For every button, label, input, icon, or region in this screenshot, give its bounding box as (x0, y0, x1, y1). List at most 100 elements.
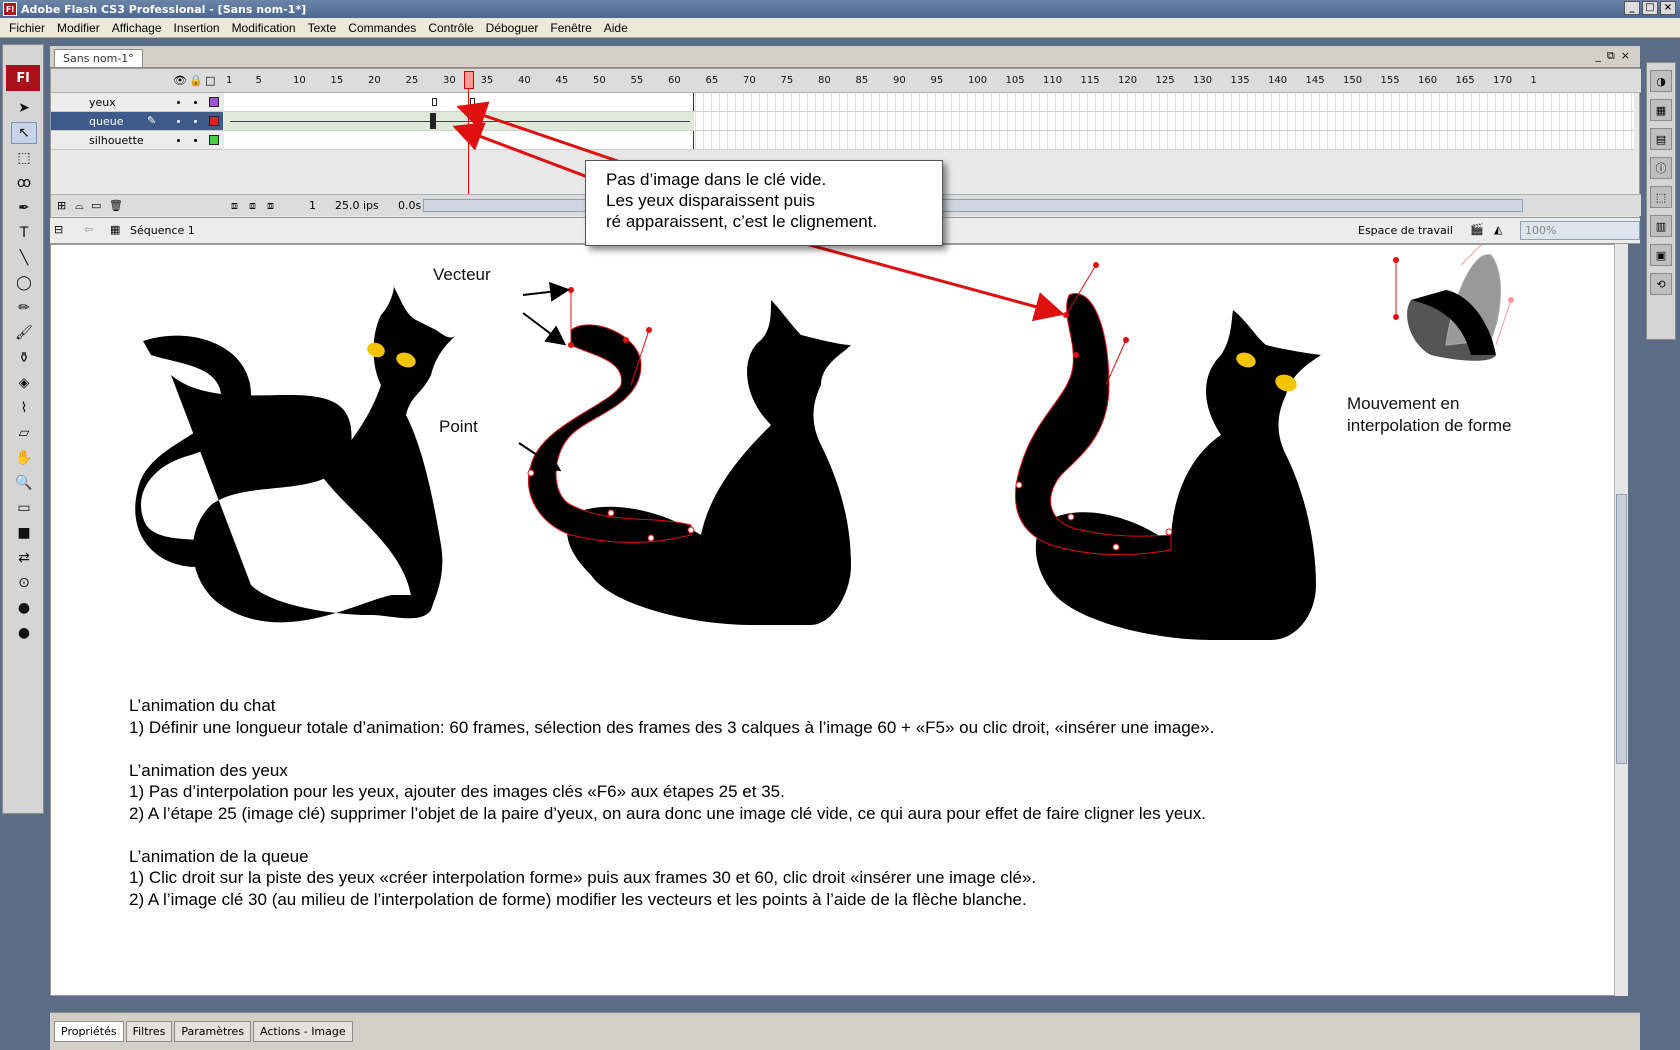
scene-icon: ▦ (110, 223, 121, 236)
instructions-heading-chat: L’animation du chat (129, 696, 276, 715)
zoom-tool-icon[interactable]: 🔍 (11, 472, 37, 494)
brush-tool-icon[interactable]: 🖌 (11, 322, 37, 344)
frames-yeux[interactable] (224, 93, 1634, 112)
menu-modifier[interactable]: Modifier (51, 21, 106, 35)
text-tool-icon[interactable]: T (11, 222, 37, 244)
back-arrow-icon[interactable]: ⇦ (84, 223, 93, 236)
menu-controle[interactable]: Contrôle (422, 21, 479, 35)
layer-silhouette[interactable]: silhouette (51, 131, 223, 150)
flash-logo-icon: Fl (6, 65, 40, 91)
menu-affichage[interactable]: Affichage (106, 21, 168, 35)
stroke-color-icon[interactable]: ▭ (11, 497, 37, 519)
line-tool-icon[interactable]: ╲ (11, 247, 37, 269)
stage-vscroll[interactable] (1614, 244, 1628, 996)
maximize-icon[interactable]: □ (1642, 1, 1658, 15)
swatches-icon[interactable]: ▦ (1650, 99, 1672, 121)
eye-icon[interactable]: 👁 (173, 74, 187, 87)
keyframe[interactable] (430, 113, 436, 129)
doc-minimize-icon[interactable]: _ (1595, 49, 1601, 63)
instructions-heading-yeux: L’animation des yeux (129, 760, 288, 780)
color-mixer-icon[interactable]: ◑ (1650, 70, 1672, 92)
eraser-tool-icon[interactable]: ▱ (11, 422, 37, 444)
menu-commandes[interactable]: Commandes (342, 21, 422, 35)
menu-modification[interactable]: Modification (226, 21, 302, 35)
layer-yeux[interactable]: yeux (51, 93, 223, 112)
menu-deboguer[interactable]: Déboguer (480, 21, 545, 35)
ruler-tick-label: 10 (293, 75, 306, 86)
tab-parametres[interactable]: Paramètres (174, 1021, 252, 1042)
add-layer-icon[interactable]: ⊞ (57, 199, 66, 212)
instructions-line: 1) Clic droit sur la piste des yeux «cré… (129, 868, 1037, 887)
onion-outline-icon[interactable]: ⧈ (249, 199, 256, 213)
pen-tool-icon[interactable]: ✒ (11, 197, 37, 219)
edit-symbol-icon[interactable]: ◭ (1494, 223, 1502, 236)
add-folder-icon[interactable]: ⌓ (75, 199, 84, 213)
frame-ruler[interactable]: 1 5 10 15 20 25 30 35 40 45 50 55 60 65 70 75 80 85 90 95 10… (224, 69, 1634, 93)
edit-scene-icon[interactable]: 🎬 (1470, 223, 1484, 236)
components-icon[interactable]: ▥ (1650, 215, 1672, 237)
tab-filtres[interactable]: Filtres (125, 1021, 173, 1042)
frames-silhouette[interactable] (224, 131, 1634, 150)
onion-skin-icon[interactable]: ⧈ (231, 199, 238, 213)
outline-icon[interactable]: □ (205, 74, 215, 87)
tab-proprietes[interactable]: Propriétés (54, 1021, 124, 1042)
zoom-combo[interactable]: 100% (1520, 221, 1640, 240)
swap-colors-icon[interactable]: ⇄ (11, 547, 37, 569)
straighten-icon[interactable]: ● (11, 622, 37, 644)
scene-name[interactable]: Séquence 1 (130, 224, 195, 237)
close-icon[interactable]: × (1660, 1, 1676, 15)
frames-queue[interactable] (224, 112, 1634, 131)
library-icon[interactable]: ▤ (1650, 128, 1672, 150)
tab-actions-image[interactable]: Actions - Image (253, 1021, 353, 1042)
movie-explorer-icon[interactable]: ▣ (1650, 244, 1672, 266)
info-icon[interactable]: ⓘ (1650, 157, 1672, 179)
frame-rate: 25.0 ips (335, 199, 379, 212)
empty-keyframe[interactable] (432, 98, 437, 106)
menu-fichier[interactable]: Fichier (3, 21, 51, 35)
frame-span[interactable] (224, 131, 694, 149)
workspace-dropdown[interactable]: Espace de travail (1358, 224, 1453, 237)
selection-tool-icon[interactable]: ➤ (11, 97, 37, 119)
smooth-icon[interactable]: ● (11, 597, 37, 619)
frame-span[interactable] (224, 93, 694, 111)
layer-name: silhouette (89, 133, 144, 147)
frame-grid[interactable] (224, 93, 1634, 153)
pencil-tool-icon[interactable]: ✏ (11, 297, 37, 319)
oval-tool-icon[interactable]: ◯ (11, 272, 37, 294)
folder-icon[interactable]: ▭ (91, 199, 101, 212)
menu-aide[interactable]: Aide (598, 21, 634, 35)
subselection-tool-icon[interactable]: ↖ (11, 122, 37, 144)
snap-icon[interactable]: ⊙ (11, 572, 37, 594)
edit-multiple-icon[interactable]: ⧈ (267, 199, 274, 213)
timeline-toggle-icon[interactable]: ⊟ (54, 223, 63, 236)
menu-fenetre[interactable]: Fenêtre (544, 21, 597, 35)
playhead[interactable] (464, 69, 474, 199)
doc-restore-icon[interactable]: ⧉ (1607, 49, 1615, 63)
lock-icon[interactable]: 🔒 (189, 74, 203, 87)
transform-icon[interactable]: ⬚ (1650, 186, 1672, 208)
trash-icon[interactable]: 🗑 (109, 199, 123, 212)
minimize-icon[interactable]: _ (1624, 1, 1640, 15)
doc-close-icon[interactable]: × (1621, 49, 1630, 63)
history-icon[interactable]: ⟲ (1650, 273, 1672, 295)
stage[interactable]: Vecteur Point Mouvement en interpolation… (50, 244, 1628, 996)
instructions-text: L’animation du chat 1) Définir une longu… (129, 695, 1214, 910)
eyedropper-tool-icon[interactable]: ⌇ (11, 397, 37, 419)
fill-color-icon[interactable]: ■ (11, 522, 37, 544)
callout-line-3: ré apparaissent, c’est le clignement. (606, 212, 878, 231)
ruler-tick-label: 165 (1455, 75, 1475, 86)
paint-bucket-tool-icon[interactable]: ◈ (11, 372, 37, 394)
document-window-controls: _ ⧉ × (1595, 49, 1630, 63)
document-tab[interactable]: Sans nom-1° (54, 49, 143, 67)
shape-tween[interactable] (224, 112, 694, 130)
menu-insertion[interactable]: Insertion (168, 21, 226, 35)
layer-queue[interactable]: queue ✎ (51, 112, 223, 131)
lasso-tool-icon[interactable]: ꝏ (11, 172, 37, 194)
menu-texte[interactable]: Texte (302, 21, 343, 35)
ruler-tick-label: 150 (1343, 75, 1363, 86)
ink-bottle-tool-icon[interactable]: ⚱ (11, 347, 37, 369)
ruler-tick-label: 145 (1305, 75, 1325, 86)
free-transform-tool-icon[interactable]: ⬚ (11, 147, 37, 169)
hand-tool-icon[interactable]: ✋ (11, 447, 37, 469)
cat-2 (518, 281, 851, 625)
